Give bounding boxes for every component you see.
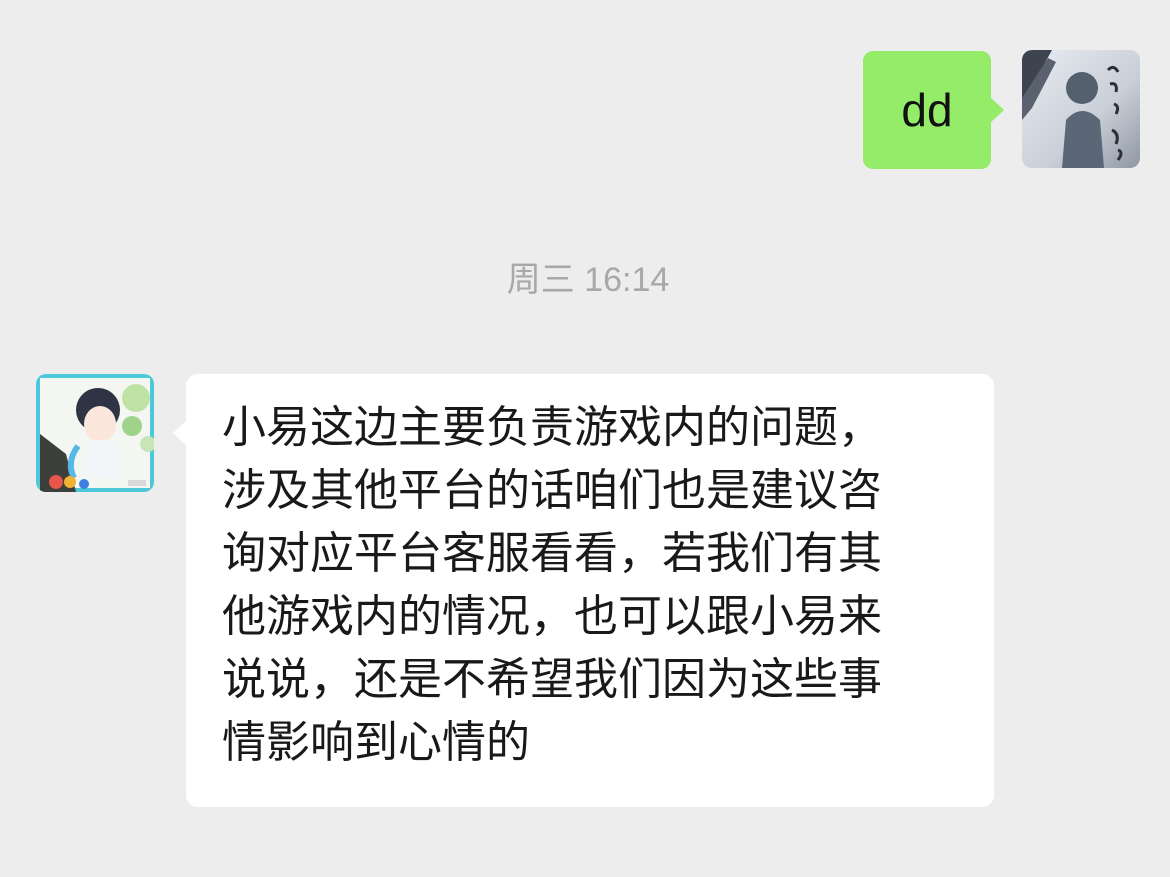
support-agent-avatar-image: [36, 374, 154, 492]
support-agent-avatar[interactable]: [36, 374, 154, 492]
message-timestamp: 周三 16:14: [506, 261, 670, 299]
user-avatar-image: [1022, 50, 1140, 168]
incoming-message-text: 小易这边主要负责游戏内的问题， 涉及其他平台的话咱们也是建议咨 询对应平台客服看…: [222, 402, 882, 768]
incoming-message-bubble[interactable]: 小易这边主要负责游戏内的问题， 涉及其他平台的话咱们也是建议咨 询对应平台客服看…: [173, 374, 994, 807]
outgoing-message-text: dd: [901, 84, 953, 136]
outgoing-message-bubble[interactable]: dd: [863, 51, 1004, 169]
user-avatar[interactable]: [1022, 50, 1140, 168]
